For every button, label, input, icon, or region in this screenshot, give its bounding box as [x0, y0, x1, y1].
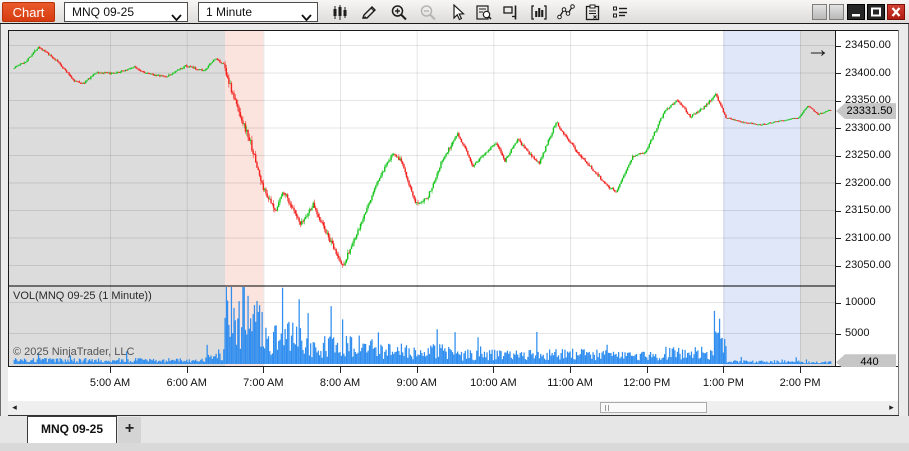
- properties-icon[interactable]: [611, 4, 629, 21]
- price-tick-label: 23250.00: [845, 149, 891, 161]
- time-tick-mark: [647, 367, 648, 373]
- time-tick-label: 1:00 PM: [703, 377, 744, 389]
- instrument-dropdown-value: MNQ 09-25: [72, 5, 134, 19]
- go-to-latest-arrow-icon[interactable]: →: [803, 37, 833, 65]
- time-tick-label: 7:00 AM: [243, 377, 283, 389]
- time-tick-label: 8:00 AM: [320, 377, 360, 389]
- thumb-grip: [605, 405, 606, 411]
- chart-style-icon[interactable]: [331, 4, 349, 21]
- window-bottom-border: [0, 443, 909, 451]
- price-tick-mark: [836, 46, 841, 47]
- interval-dropdown-value: 1 Minute: [206, 5, 252, 19]
- chart-plot-area[interactable]: VOL(MNQ 09-25 (1 Minute)) © 2025 NinjaTr…: [8, 30, 836, 367]
- price-tick-mark: [836, 238, 841, 239]
- price-tick-mark: [836, 101, 841, 102]
- volume-tick-label: 10000: [845, 296, 876, 308]
- thumb-grip: [608, 405, 609, 411]
- price-tick-label: 23400.00: [845, 67, 891, 79]
- time-tick-label: 12:00 PM: [623, 377, 670, 389]
- price-tick-label: 23300.00: [845, 122, 891, 134]
- time-tick-mark: [417, 367, 418, 373]
- time-tick-label: 5:00 AM: [90, 377, 130, 389]
- time-tick-mark: [570, 367, 571, 373]
- price-tick-mark: [836, 183, 841, 184]
- price-tick-label: 23200.00: [845, 177, 891, 189]
- time-tick-label: 10:00 AM: [470, 377, 516, 389]
- scrollbar-thumb[interactable]: [600, 402, 707, 413]
- data-box-icon[interactable]: [475, 4, 493, 21]
- chart-window: Chart MNQ 09-25 1 Minute: [0, 0, 909, 451]
- price-axis[interactable]: 23450.0023400.0023350.0023300.0023250.00…: [836, 30, 898, 367]
- horizontal-scrollbar[interactable]: ◂ ▸: [8, 401, 898, 414]
- volume-tick-mark: [836, 334, 841, 335]
- restore-button[interactable]: [867, 4, 885, 20]
- tab-mnq-09-25[interactable]: MNQ 09-25: [27, 416, 117, 443]
- price-tick-label: 23100.00: [845, 232, 891, 244]
- price-tick-mark: [836, 266, 841, 267]
- time-tick-label: 11:00 AM: [547, 377, 593, 389]
- time-tick-mark: [493, 367, 494, 373]
- price-tick-mark: [836, 128, 841, 129]
- price-tick-label: 23050.00: [845, 259, 891, 271]
- chart-trader-icon[interactable]: [502, 4, 520, 21]
- price-tick-mark: [836, 73, 841, 74]
- time-tick-label: 6:00 AM: [167, 377, 207, 389]
- instrument-dropdown[interactable]: MNQ 09-25: [64, 2, 188, 22]
- drawing-objects-icon[interactable]: [557, 4, 575, 21]
- instrument-link-button[interactable]: [812, 4, 827, 20]
- tab-bar: MNQ 09-25 +: [0, 416, 909, 443]
- add-tab-button[interactable]: +: [118, 417, 141, 443]
- time-tick-label: 2:00 PM: [780, 377, 821, 389]
- time-tick-mark: [340, 367, 341, 373]
- time-tick-label: 9:00 AM: [397, 377, 437, 389]
- zoom-out-icon[interactable]: [419, 4, 437, 21]
- price-tick-mark: [836, 211, 841, 212]
- close-button[interactable]: [887, 4, 905, 20]
- axis-right-border: [898, 30, 899, 415]
- volume-tick-mark: [836, 303, 841, 304]
- price-tick-label: 23450.00: [845, 39, 891, 51]
- price-volume-canvas[interactable]: [9, 31, 835, 366]
- copyright-label: © 2025 NinjaTrader, LLC: [13, 346, 134, 358]
- minimize-button[interactable]: [847, 4, 865, 20]
- chevron-down-icon: [171, 9, 182, 27]
- time-tick-mark: [263, 367, 264, 373]
- title-bar: Chart MNQ 09-25 1 Minute: [0, 0, 909, 24]
- time-tick-mark: [800, 367, 801, 373]
- interval-link-button[interactable]: [829, 4, 844, 20]
- zoom-in-icon[interactable]: [390, 4, 408, 21]
- time-tick-mark: [723, 367, 724, 373]
- scroll-left-arrow-icon[interactable]: ◂: [9, 402, 20, 413]
- time-axis[interactable]: 5:00 AM 6:00 AM 7:00 AM 8:00 AM 9:00 AM 10:00…: [8, 367, 898, 401]
- strategies-icon[interactable]: [584, 4, 602, 21]
- cursor-icon[interactable]: [449, 4, 467, 21]
- scroll-right-arrow-icon[interactable]: ▸: [886, 402, 897, 413]
- chart-window-badge: Chart: [2, 2, 55, 22]
- price-tick-label: 23150.00: [845, 204, 891, 216]
- indicators-icon[interactable]: [530, 4, 548, 21]
- last-price-marker: 23331.50: [836, 103, 896, 119]
- volume-indicator-label: VOL(MNQ 09-25 (1 Minute)): [13, 290, 152, 302]
- chevron-down-icon: [301, 9, 312, 27]
- time-tick-mark: [110, 367, 111, 373]
- time-tick-mark: [187, 367, 188, 373]
- drawing-tools-icon[interactable]: [360, 4, 378, 21]
- price-tick-mark: [836, 156, 841, 157]
- volume-tick-label: 5000: [845, 327, 869, 339]
- interval-dropdown[interactable]: 1 Minute: [198, 2, 318, 22]
